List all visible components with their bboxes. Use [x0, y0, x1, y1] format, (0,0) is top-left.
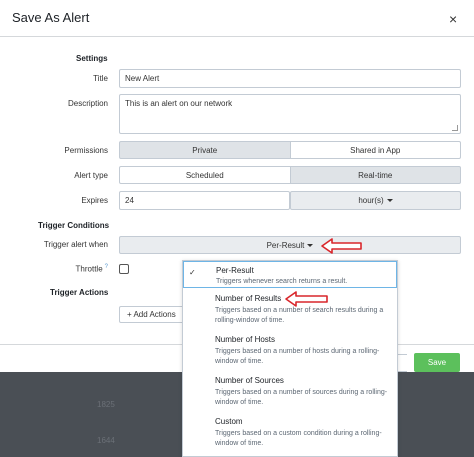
permissions-shared-button[interactable]: Shared in App: [290, 141, 461, 159]
menu-item-number-of-sources[interactable]: Number of Sources Triggers based on a nu…: [183, 375, 397, 411]
menu-item-title: Number of Results: [215, 294, 282, 303]
menu-item-custom[interactable]: Custom Triggers based on a custom condit…: [183, 416, 397, 452]
permissions-label: Permissions: [64, 146, 108, 155]
menu-item-title: Number of Hosts: [215, 335, 276, 344]
annotation-arrow-icon: [321, 238, 362, 254]
alert-type-realtime-button[interactable]: Real-time: [290, 166, 461, 184]
chevron-down-icon: [307, 243, 314, 247]
menu-item-per-result[interactable]: ✓ Per-Result Triggers whenever search re…: [183, 261, 397, 288]
add-actions-label: + Add Actions: [127, 310, 176, 319]
chevron-down-icon: [386, 199, 393, 202]
expires-input[interactable]: 24: [119, 191, 290, 210]
alert-type-label: Alert type: [74, 171, 108, 180]
title-input-value: New Alert: [125, 74, 160, 83]
menu-item-desc: Triggers based on a number of sources du…: [215, 389, 388, 406]
expires-input-value: 24: [125, 196, 134, 205]
dialog-title: Save As Alert: [12, 10, 90, 25]
help-icon[interactable]: ?: [105, 264, 108, 270]
close-icon[interactable]: ×: [449, 12, 457, 26]
permissions-private-button[interactable]: Private: [119, 141, 291, 159]
throttle-label: Throttle: [75, 264, 103, 274]
menu-item-desc: Triggers based on a custom condition dur…: [215, 430, 382, 447]
trigger-when-dropdown[interactable]: Per-Result: [119, 236, 461, 254]
dialog-header: Save As Alert ×: [0, 0, 474, 37]
menu-item-title: Per-Result: [216, 266, 254, 275]
alert-type-toggle: Scheduled Real-time: [119, 166, 461, 184]
alert-type-scheduled-button[interactable]: Scheduled: [119, 166, 291, 184]
trigger-when-value: Per-Result: [266, 240, 305, 250]
trigger-actions-heading: Trigger Actions: [50, 288, 109, 297]
checkmark-icon: ✓: [189, 268, 196, 277]
description-textarea-value: This is an alert on our network: [125, 99, 233, 108]
save-button[interactable]: Save: [414, 353, 460, 372]
background-number: 1825: [97, 400, 115, 409]
permissions-toggle: Private Shared in App: [119, 141, 461, 159]
trigger-when-label: Trigger alert when: [43, 240, 108, 249]
menu-item-desc: Triggers whenever search returns a resul…: [216, 278, 348, 285]
menu-item-number-of-hosts[interactable]: Number of Hosts Triggers based on a numb…: [183, 334, 397, 370]
menu-item-title: Custom: [215, 417, 243, 426]
expires-label: Expires: [81, 196, 108, 205]
title-input[interactable]: New Alert: [119, 69, 461, 88]
menu-item-desc: Triggers based on a number of hosts duri…: [215, 348, 380, 365]
title-label: Title: [93, 74, 108, 83]
description-textarea[interactable]: This is an alert on our network: [119, 94, 461, 134]
background-number: 1644: [97, 436, 115, 445]
menu-item-title: Number of Sources: [215, 376, 284, 385]
menu-item-desc: Triggers based on a number of search res…: [215, 307, 384, 324]
add-actions-button[interactable]: + Add Actions: [119, 306, 187, 323]
expires-unit-dropdown[interactable]: hour(s): [290, 191, 461, 210]
trigger-conditions-heading: Trigger Conditions: [38, 221, 110, 230]
expires-unit-value: hour(s): [358, 196, 384, 205]
throttle-label-group: Throttle?: [8, 264, 108, 274]
annotation-arrow-icon: [285, 291, 328, 307]
description-label: Description: [67, 99, 108, 108]
resize-handle-icon[interactable]: [452, 125, 458, 131]
throttle-checkbox[interactable]: [119, 264, 129, 274]
settings-heading: Settings: [76, 54, 108, 63]
